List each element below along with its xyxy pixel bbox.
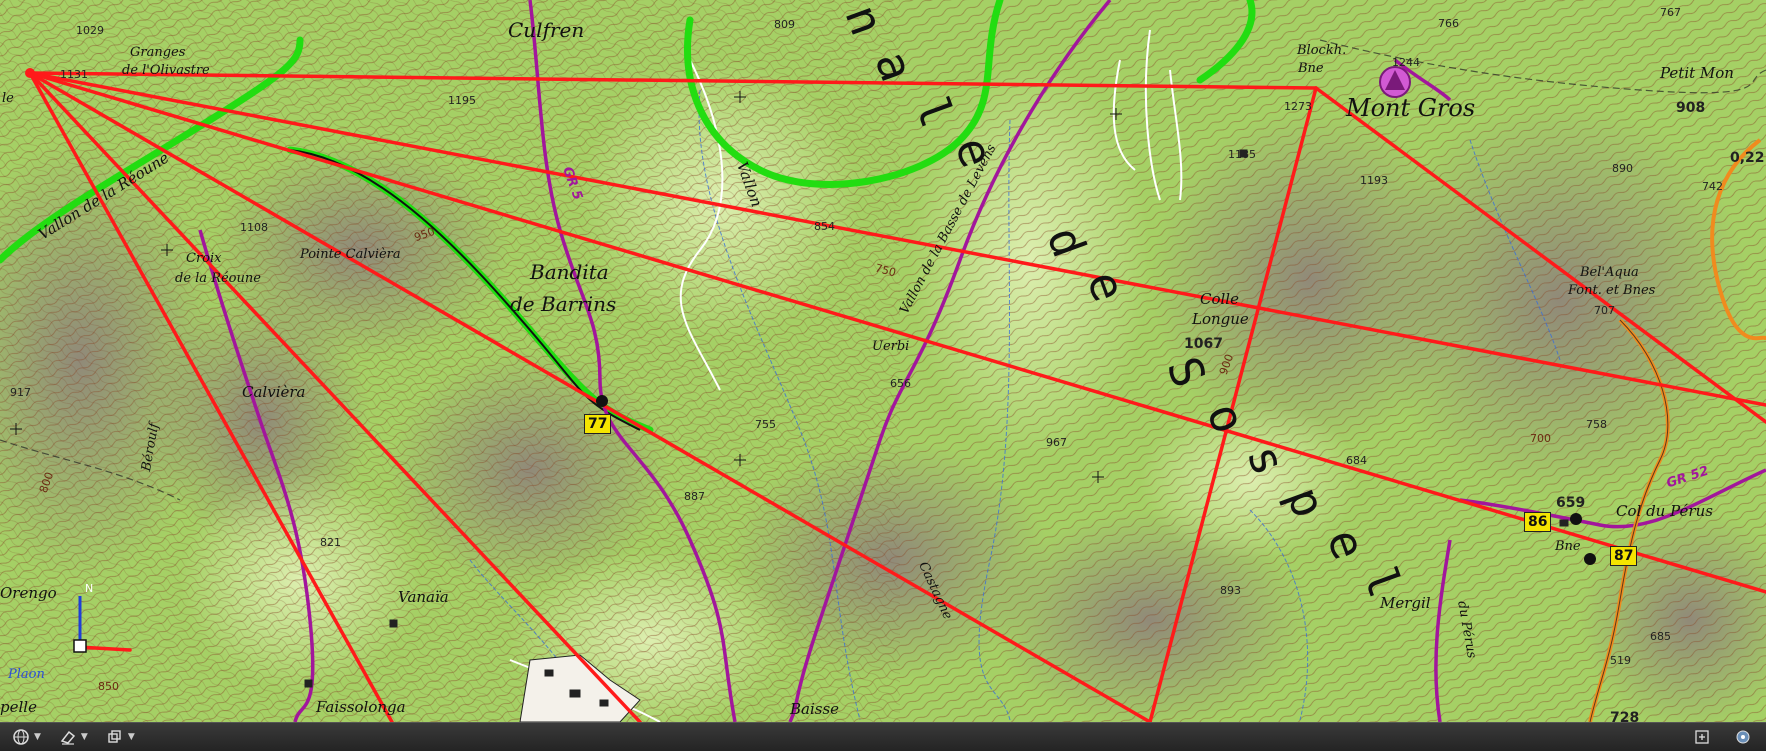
elevation-label: 707 xyxy=(1594,304,1615,317)
summit-marker[interactable] xyxy=(1379,66,1411,98)
draw-tool-button[interactable]: ▼ xyxy=(53,726,94,748)
topographic-map[interactable]: N Culfren Granges de l'Olivastre le Vall… xyxy=(0,0,1766,722)
elevation-label: 728 xyxy=(1610,710,1640,722)
contour-value: 700 xyxy=(1530,432,1551,445)
place-label: Orengo xyxy=(0,584,57,602)
gps-button[interactable] xyxy=(1728,726,1758,748)
elevation-label: 767 xyxy=(1660,6,1681,19)
elevation-label: 519 xyxy=(1610,654,1631,667)
place-label: Pointe Calvièra xyxy=(300,247,401,262)
route-origin[interactable] xyxy=(25,68,35,78)
gps-icon xyxy=(1736,730,1750,744)
contour-lines-secondary xyxy=(0,0,900,722)
map-mode-button[interactable]: ▼ xyxy=(6,726,47,748)
elevation-label: 893 xyxy=(1220,584,1241,597)
waypoint-77[interactable]: 77 xyxy=(584,414,612,434)
place-label: Bne xyxy=(1298,61,1324,76)
place-label: Mont Gros xyxy=(1346,94,1476,122)
place-label: Colle xyxy=(1200,290,1239,308)
map-canvas[interactable] xyxy=(0,0,1766,722)
layers-button[interactable]: ▼ xyxy=(100,726,141,748)
place-label: Font. et Bnes xyxy=(1568,283,1656,298)
elevation-label: 755 xyxy=(755,418,776,431)
elevation-label: 1108 xyxy=(240,221,268,234)
place-label: le xyxy=(2,91,14,106)
compass-icon: N xyxy=(73,582,93,653)
place-label: de l'Olivastre xyxy=(122,63,210,78)
place-label: pelle xyxy=(0,698,37,716)
place-label: Bne xyxy=(1555,539,1581,554)
elevation-label: 1067 xyxy=(1184,336,1223,352)
new-window-button[interactable] xyxy=(1688,726,1716,748)
place-label: Col du Pérus xyxy=(1616,502,1713,520)
chevron-down-icon: ▼ xyxy=(80,732,88,742)
eraser-icon xyxy=(60,730,75,745)
elevation-label: 887 xyxy=(684,490,705,503)
place-label: Mergil xyxy=(1380,594,1431,612)
map-application: N Culfren Granges de l'Olivastre le Vall… xyxy=(0,0,1766,751)
bottom-toolbar: ▼ ▼ ▼ xyxy=(0,722,1766,751)
layers-icon xyxy=(108,730,121,743)
place-label: Calvièra xyxy=(242,383,306,401)
elevation-label: 656 xyxy=(890,377,911,390)
contour-value: 850 xyxy=(98,680,119,693)
place-label: Bel'Aqua xyxy=(1580,265,1639,280)
elevation-label: 1029 xyxy=(76,24,104,37)
elevation-label: 821 xyxy=(320,536,341,549)
elevation-label: 684 xyxy=(1346,454,1367,467)
place-label: Croix xyxy=(186,251,222,266)
elevation-label: 685 xyxy=(1650,630,1671,643)
elevation-label: 809 xyxy=(774,18,795,31)
place-label: Vanaïa xyxy=(398,588,449,606)
elevation-label: 908 xyxy=(1676,100,1706,116)
elevation-label: 1244 xyxy=(1392,56,1420,69)
elevation-label: 1185 xyxy=(1228,148,1256,161)
place-label: Blockh. xyxy=(1297,43,1347,58)
place-label: de Barrins xyxy=(510,292,617,316)
place-label: Granges xyxy=(130,45,186,60)
waypoint-87[interactable]: 87 xyxy=(1610,546,1638,566)
waypoint-86[interactable]: 86 xyxy=(1524,512,1552,532)
chevron-down-icon: ▼ xyxy=(127,732,135,742)
place-label: Uerbi xyxy=(872,339,910,354)
compass-north-label: N xyxy=(85,582,93,595)
elevation-label: 1195 xyxy=(448,94,476,107)
chevron-down-icon: ▼ xyxy=(34,732,41,742)
elevation-label: 854 xyxy=(814,220,835,233)
elevation-label: 766 xyxy=(1438,17,1459,30)
place-label: Petit Mon xyxy=(1660,64,1734,82)
elevation-label: 758 xyxy=(1586,418,1607,431)
globe-icon xyxy=(13,729,29,745)
add-window-icon xyxy=(1695,730,1709,744)
place-label: de la Réoune xyxy=(175,271,261,286)
elevation-label: 742 xyxy=(1702,180,1723,193)
elevation-label: 967 xyxy=(1046,436,1067,449)
place-label: Faissolonga xyxy=(316,698,406,716)
elevation-label: 1273 xyxy=(1284,100,1312,113)
place-label: Bandita xyxy=(530,260,609,284)
elevation-label: 890 xyxy=(1612,162,1633,175)
elevation-label: 1131 xyxy=(60,68,88,81)
place-label: Baisse xyxy=(790,700,840,718)
elevation-label: 0,22 xyxy=(1730,150,1765,166)
elevation-label: 917 xyxy=(10,386,31,399)
elevation-label: 1193 xyxy=(1360,174,1388,187)
place-label: Culfren xyxy=(508,18,585,42)
elevation-label: 659 xyxy=(1556,495,1586,511)
place-label: Plaon xyxy=(8,667,45,682)
place-label: Longue xyxy=(1192,310,1249,328)
